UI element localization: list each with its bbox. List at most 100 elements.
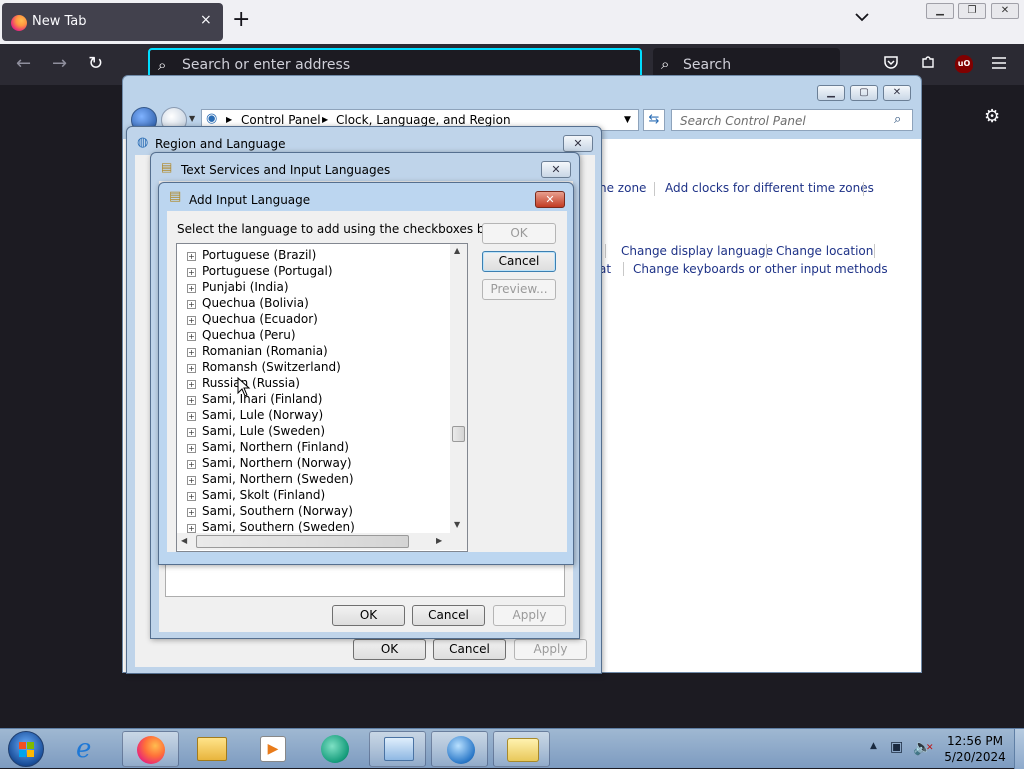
expand-icon[interactable]: +	[187, 476, 196, 485]
close-button[interactable]: ✕	[541, 161, 571, 178]
list-item[interactable]: + Sami, Lule (Sweden)	[187, 423, 325, 439]
list-item[interactable]: + Sami, Skolt (Finland)	[187, 487, 325, 503]
expand-icon[interactable]: +	[187, 348, 196, 357]
show-desktop-button[interactable]	[1014, 729, 1024, 769]
scrollbar-thumb[interactable]	[196, 535, 409, 548]
expand-icon[interactable]: +	[187, 508, 196, 517]
cancel-button[interactable]: Cancel	[482, 251, 556, 272]
change-keyboards-link[interactable]: Change keyboards or other input methods	[633, 262, 888, 276]
recent-pages-dropdown[interactable]: ▼	[189, 114, 195, 123]
gear-icon[interactable]: ⚙	[984, 106, 1000, 127]
list-item[interactable]: + Quechua (Peru)	[187, 327, 296, 343]
expand-icon[interactable]: +	[187, 332, 196, 341]
control-panel-taskbar-item[interactable]	[369, 731, 426, 767]
maximize-button[interactable]: ▢	[850, 85, 878, 101]
media-player-taskbar-item[interactable]: ▶	[245, 731, 302, 767]
explorer-taskbar-item[interactable]	[184, 731, 241, 767]
text-services-cancel-button[interactable]: Cancel	[412, 605, 485, 626]
start-button[interactable]	[8, 731, 44, 767]
scrollbar-thumb[interactable]	[452, 426, 465, 442]
scroll-left-arrow-icon[interactable]: ◀	[181, 536, 187, 545]
minimize-button[interactable]: ▁	[817, 85, 845, 101]
change-location-link[interactable]: Change location	[776, 244, 873, 258]
clock[interactable]: 12:56 PM 5/20/2024	[940, 733, 1010, 765]
list-item[interactable]: + Romanian (Romania)	[187, 343, 328, 359]
vertical-scrollbar[interactable]: ▲ ▼	[450, 244, 467, 533]
tab-new-tab[interactable]: New Tab ×	[2, 3, 223, 41]
text-services-taskbar-item[interactable]	[493, 731, 550, 767]
list-item[interactable]: + Quechua (Ecuador)	[187, 311, 318, 327]
expand-icon[interactable]: +	[187, 300, 196, 309]
refresh-icon[interactable]: ⇆	[643, 109, 665, 131]
pocket-icon[interactable]	[883, 54, 899, 74]
back-arrow-icon[interactable]: ←	[16, 53, 31, 74]
expand-icon[interactable]: +	[187, 252, 196, 261]
close-button[interactable]: ✕	[535, 191, 565, 208]
control-panel-search[interactable]: ⌕	[671, 109, 913, 131]
expand-icon[interactable]: +	[187, 428, 196, 437]
expand-icon[interactable]: +	[187, 492, 196, 501]
vm-close-button[interactable]: ✕	[991, 3, 1019, 19]
scroll-right-arrow-icon[interactable]: ▶	[436, 536, 442, 545]
expand-icon[interactable]: +	[187, 396, 196, 405]
expand-icon[interactable]: +	[187, 364, 196, 373]
region-language-taskbar-item[interactable]	[431, 731, 488, 767]
new-tab-button[interactable]: +	[232, 8, 250, 32]
expand-icon[interactable]: +	[187, 524, 196, 533]
region-ok-button[interactable]: OK	[353, 639, 426, 660]
list-item[interactable]: + Sami, Northern (Norway)	[187, 455, 352, 471]
address-dropdown-icon[interactable]: ▼	[624, 115, 631, 125]
list-item[interactable]: + Portuguese (Portugal)	[187, 263, 333, 279]
scroll-up-arrow-icon[interactable]: ▲	[454, 246, 460, 255]
control-panel-search-input[interactable]	[678, 113, 888, 129]
close-button[interactable]: ✕	[563, 135, 593, 152]
firefox-taskbar-item[interactable]	[122, 731, 179, 767]
expand-icon[interactable]: +	[187, 412, 196, 421]
expand-icon[interactable]: +	[187, 380, 196, 389]
region-apply-button[interactable]: Apply	[514, 639, 587, 660]
expand-icon[interactable]: +	[187, 444, 196, 453]
mute-indicator-icon: ✕	[926, 743, 934, 753]
network-icon[interactable]: ▣	[890, 739, 903, 755]
ublock-origin-icon[interactable]: uO	[955, 55, 973, 73]
expand-icon[interactable]: +	[187, 268, 196, 277]
region-cancel-button[interactable]: Cancel	[433, 639, 506, 660]
list-item[interactable]: + Punjabi (India)	[187, 279, 289, 295]
time-zone-link[interactable]: ne zone	[599, 181, 646, 195]
list-item[interactable]: + Sami, Lule (Norway)	[187, 407, 323, 423]
breadcrumb-clock-language-region[interactable]: Clock, Language, and Region	[336, 113, 511, 127]
vm-restore-button[interactable]: ❐	[958, 3, 986, 19]
ok-button[interactable]: OK	[482, 223, 556, 244]
hamburger-menu-icon[interactable]	[992, 54, 1006, 73]
change-display-language-link[interactable]: Change display language	[621, 244, 773, 258]
text-services-apply-button[interactable]: Apply	[493, 605, 566, 626]
expand-icon[interactable]: +	[187, 316, 196, 325]
list-all-tabs-button[interactable]	[855, 10, 869, 26]
list-item[interactable]: + Sami, Inari (Finland)	[187, 391, 322, 407]
language-tree-list[interactable]: + Portuguese (Brazil) + Portuguese (Portug…	[176, 243, 468, 552]
preview-button[interactable]: Preview...	[482, 279, 556, 300]
text-services-ok-button[interactable]: OK	[332, 605, 405, 626]
list-item[interactable]: + Romansh (Switzerland)	[187, 359, 341, 375]
scroll-down-arrow-icon[interactable]: ▼	[454, 520, 460, 529]
internet-explorer-taskbar-item[interactable]: e	[62, 731, 119, 767]
tab-close-icon[interactable]: ×	[200, 12, 212, 28]
app-taskbar-item[interactable]	[307, 731, 364, 767]
reload-icon[interactable]: ↻	[88, 53, 103, 74]
forward-arrow-icon[interactable]: →	[52, 53, 67, 74]
list-item[interactable]: + Sami, Northern (Finland)	[187, 439, 349, 455]
list-item[interactable]: + Portuguese (Brazil)	[187, 247, 316, 263]
expand-icon[interactable]: +	[187, 284, 196, 293]
extensions-icon[interactable]	[920, 54, 936, 74]
add-clocks-link[interactable]: Add clocks for different time zones	[665, 181, 874, 195]
vm-minimize-button[interactable]: ▁	[926, 3, 954, 19]
url-input[interactable]	[180, 56, 620, 74]
breadcrumb-control-panel[interactable]: Control Panel	[241, 113, 321, 127]
list-item[interactable]: + Sami, Southern (Norway)	[187, 503, 353, 519]
close-button[interactable]: ✕	[883, 85, 911, 101]
list-item[interactable]: + Quechua (Bolivia)	[187, 295, 309, 311]
horizontal-scrollbar[interactable]: ◀ ▶	[177, 533, 450, 550]
show-hidden-icons-icon[interactable]: ▲	[870, 741, 877, 751]
expand-icon[interactable]: +	[187, 460, 196, 469]
list-item[interactable]: + Sami, Northern (Sweden)	[187, 471, 354, 487]
